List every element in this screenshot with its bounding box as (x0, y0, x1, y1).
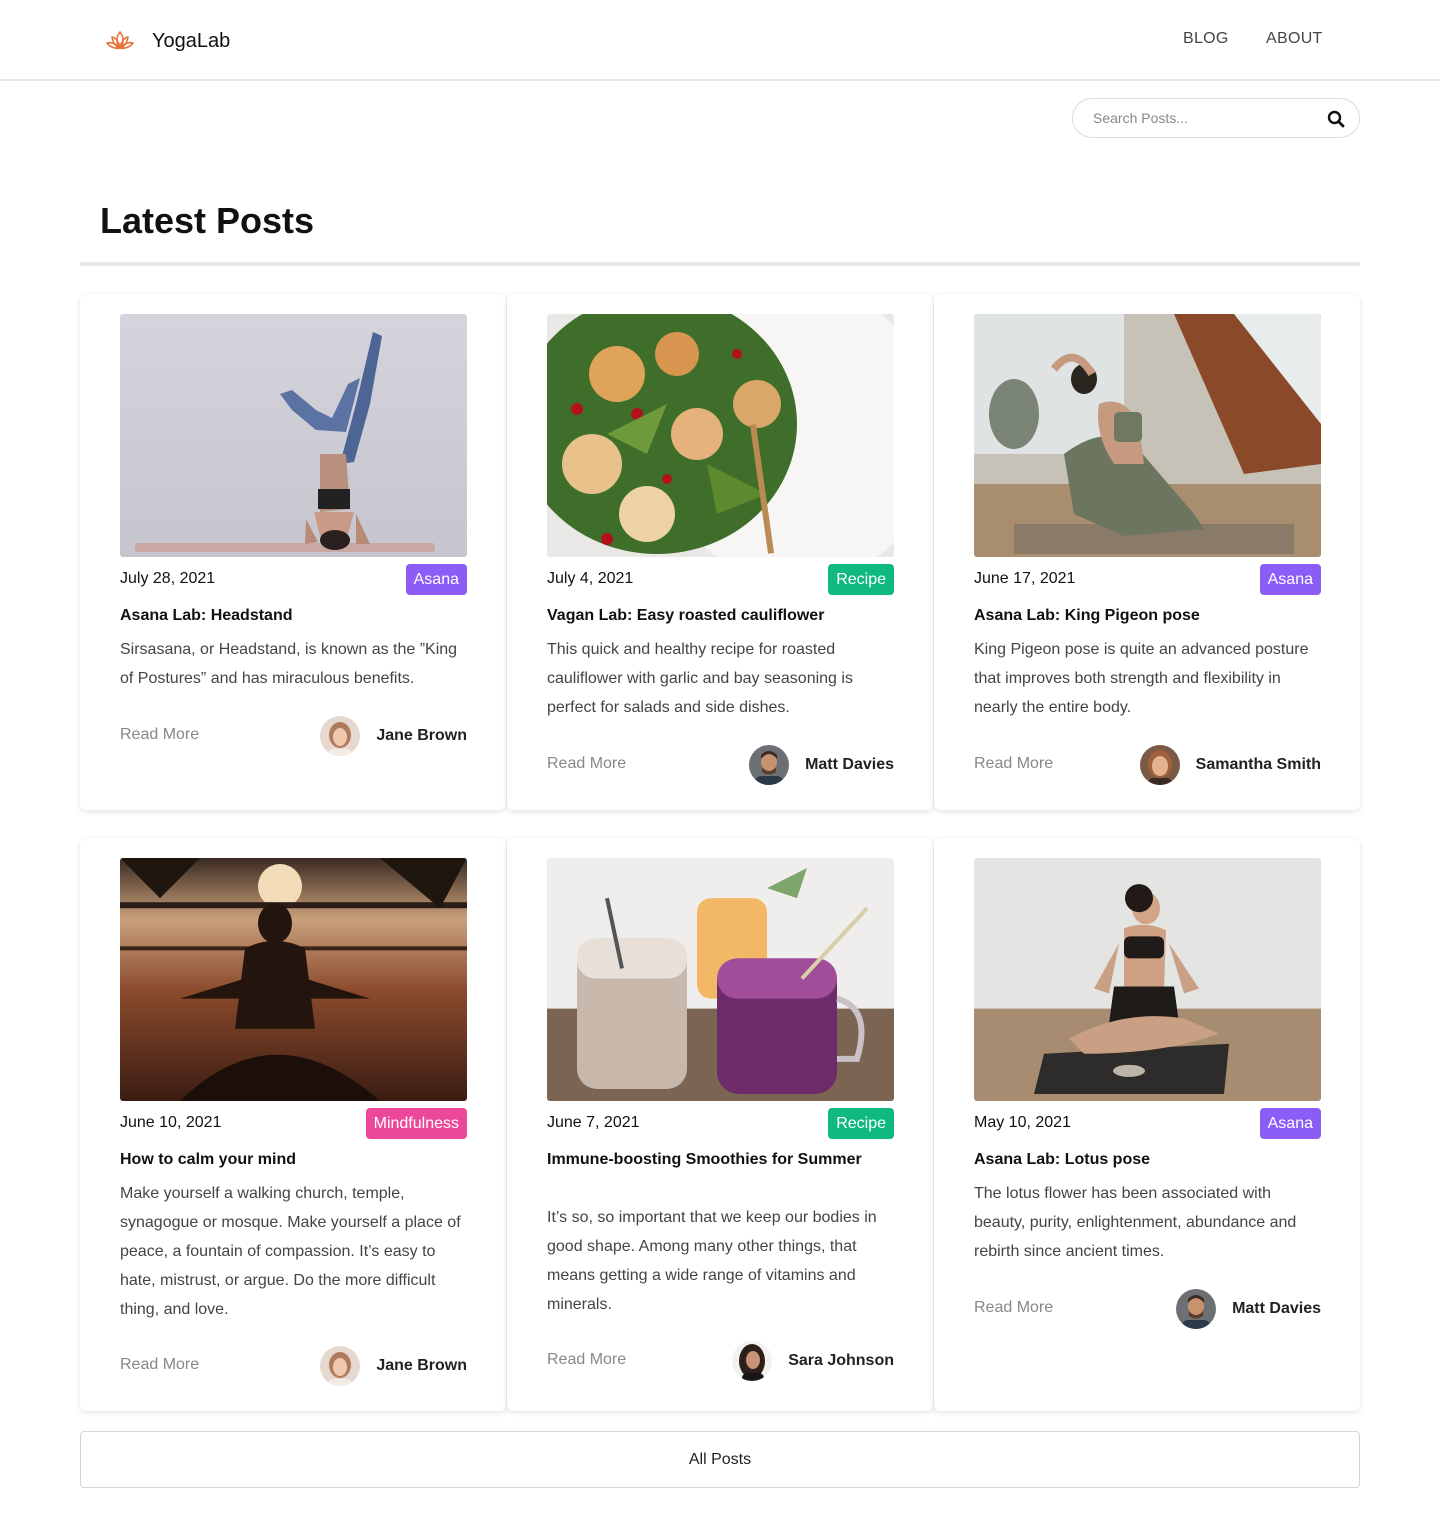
read-more-link[interactable]: Read More (120, 726, 199, 744)
headstand-photo[interactable] (120, 314, 467, 557)
author-name: Samantha Smith (1195, 756, 1321, 773)
post-author[interactable]: Matt Davies (749, 745, 894, 785)
smoothies-photo[interactable] (547, 858, 894, 1101)
search-box (1072, 98, 1360, 138)
post-author[interactable]: Jane Brown (320, 716, 467, 756)
post-card: May 10, 2021 Asana Asana Lab: Lotus pose… (934, 838, 1360, 1411)
avatar (320, 716, 361, 756)
post-card: June 17, 2021 Asana Asana Lab: King Pige… (934, 294, 1360, 810)
post-date: June 10, 2021 (120, 1114, 222, 1131)
read-more-link[interactable]: Read More (974, 755, 1053, 773)
lotus-pose-photo[interactable] (974, 858, 1321, 1101)
post-card: June 7, 2021 Recipe Immune-boosting Smoo… (507, 838, 933, 1411)
post-date: June 17, 2021 (974, 570, 1076, 587)
category-tag-asana[interactable]: Asana (1259, 1108, 1321, 1139)
post-excerpt: The lotus flower has been associated wit… (974, 1185, 1297, 1260)
page-title: Latest Posts (100, 200, 315, 241)
all-posts-button[interactable]: All Posts (80, 1431, 1360, 1488)
post-title[interactable]: Asana Lab: Headstand (120, 604, 467, 628)
post-title[interactable]: Vagan Lab: Easy roasted cauliflower (547, 604, 894, 628)
post-card: June 10, 2021 Mindfulness How to calm yo… (80, 838, 506, 1411)
post-author[interactable]: Samantha Smith (1139, 745, 1321, 785)
post-excerpt: Sirsasana, or Headstand, is known as the… (120, 641, 458, 687)
site-header: YogaLab BLOG ABOUT (0, 0, 1440, 81)
brand-name: YogaLab (152, 30, 231, 52)
search-icon[interactable] (1327, 110, 1345, 128)
author-name: Jane Brown (376, 1357, 467, 1374)
nav-blog[interactable]: BLOG (1183, 30, 1229, 48)
post-title[interactable]: Asana Lab: Lotus pose (974, 1148, 1321, 1172)
post-excerpt: It’s so, so important that we keep our b… (547, 1209, 877, 1313)
read-more-link[interactable]: Read More (547, 755, 626, 773)
nav-about[interactable]: ABOUT (1266, 30, 1323, 48)
category-tag-asana[interactable]: Asana (405, 564, 467, 595)
post-title[interactable]: How to calm your mind (120, 1148, 467, 1172)
category-tag-recipe[interactable]: Recipe (828, 564, 894, 595)
post-title[interactable]: Immune-boosting Smoothies for Summer (547, 1148, 894, 1172)
post-card: July 28, 2021 Asana Asana Lab: Headstand… (80, 294, 506, 810)
brand-logo[interactable]: YogaLab (106, 28, 230, 52)
avatar (1176, 1289, 1217, 1329)
meditation-sunset-photo[interactable] (120, 858, 467, 1101)
author-name: Jane Brown (376, 727, 467, 744)
author-name: Sara Johnson (788, 1352, 894, 1369)
read-more-link[interactable]: Read More (974, 1299, 1053, 1317)
post-date: July 4, 2021 (547, 570, 634, 587)
post-author[interactable]: Sara Johnson (732, 1341, 894, 1381)
post-date: July 28, 2021 (120, 570, 216, 587)
cauliflower-salad-photo[interactable] (547, 314, 894, 557)
post-excerpt: This quick and healthy recipe for roaste… (547, 641, 853, 716)
avatar (749, 745, 790, 785)
lotus-icon (106, 31, 134, 50)
author-name: Matt Davies (1232, 1300, 1321, 1317)
avatar (320, 1346, 361, 1386)
post-card: July 4, 2021 Recipe Vagan Lab: Easy roas… (507, 294, 933, 810)
category-tag-asana[interactable]: Asana (1259, 564, 1321, 595)
post-date: May 10, 2021 (974, 1114, 1071, 1131)
read-more-link[interactable]: Read More (547, 1351, 626, 1369)
title-divider (80, 262, 1360, 266)
author-name: Matt Davies (805, 756, 894, 773)
avatar (1139, 745, 1180, 785)
category-tag-recipe[interactable]: Recipe (828, 1108, 894, 1139)
post-date: June 7, 2021 (547, 1114, 640, 1131)
search-input[interactable] (1093, 108, 1313, 128)
post-excerpt: King Pigeon pose is quite an advanced po… (974, 641, 1309, 716)
avatar (732, 1341, 773, 1381)
post-author[interactable]: Jane Brown (320, 1346, 467, 1386)
category-tag-mindfulness[interactable]: Mindfulness (365, 1108, 467, 1139)
post-author[interactable]: Matt Davies (1176, 1289, 1321, 1329)
read-more-link[interactable]: Read More (120, 1356, 199, 1374)
king-pigeon-photo[interactable] (974, 314, 1321, 557)
post-title[interactable]: Asana Lab: King Pigeon pose (974, 604, 1321, 628)
post-excerpt: Make yourself a walking church, temple, … (120, 1185, 461, 1318)
